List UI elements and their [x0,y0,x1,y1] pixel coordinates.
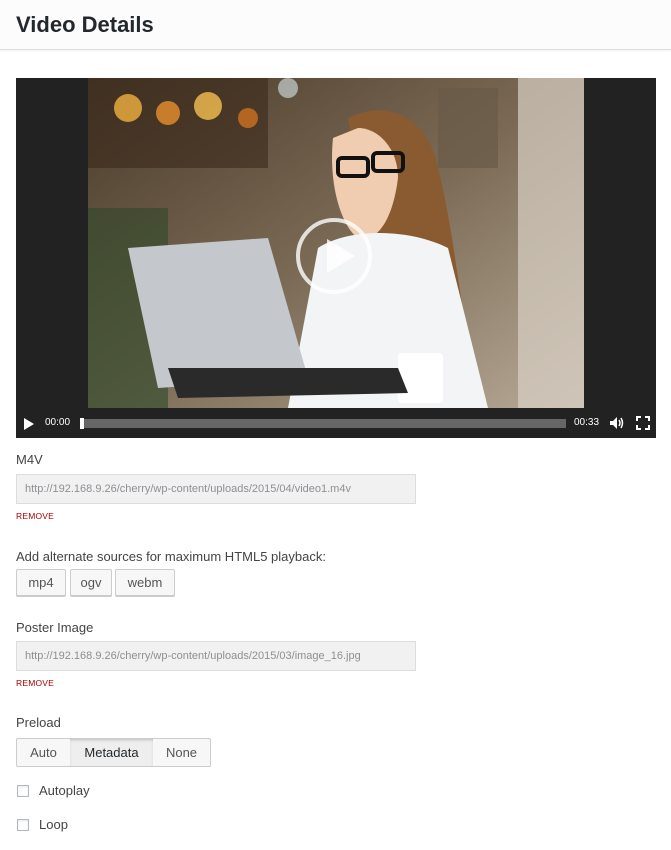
m4v-url-field[interactable]: http://192.168.9.26/cherry/wp-content/up… [16,474,416,504]
preload-option-metadata[interactable]: Metadata [70,738,154,767]
loop-label[interactable]: Loop [39,817,68,832]
add-ogv-button[interactable]: ogv [70,569,112,596]
play-icon[interactable] [24,418,34,430]
loop-checkbox[interactable] [17,819,29,831]
big-play-button[interactable] [296,218,372,294]
preload-option-none[interactable]: None [153,738,211,767]
video-player[interactable]: 00:00 00:33 [16,78,656,438]
progress-handle[interactable] [80,418,84,429]
preload-label: Preload [16,715,61,730]
autoplay-checkbox[interactable] [17,785,29,797]
alternate-sources-label: Add alternate sources for maximum HTML5 … [16,549,326,564]
duration: 00:33 [574,417,600,428]
current-time: 00:00 [45,417,71,428]
autoplay-label[interactable]: Autoplay [39,783,90,798]
volume-icon[interactable] [609,416,625,430]
player-controls: 00:00 00:33 [16,408,656,438]
m4v-remove-link[interactable]: REMOVE [16,511,54,521]
modal-header: Video Details [0,0,671,50]
poster-image-label: Poster Image [16,620,94,635]
page-title: Video Details [16,12,154,37]
add-mp4-button[interactable]: mp4 [16,569,66,596]
m4v-label: M4V [16,452,43,467]
poster-remove-link[interactable]: REMOVE [16,678,54,688]
poster-url-field[interactable]: http://192.168.9.26/cherry/wp-content/up… [16,641,416,671]
preload-option-auto[interactable]: Auto [16,738,71,767]
add-webm-button[interactable]: webm [115,569,175,596]
fullscreen-icon[interactable] [636,416,650,430]
progress-rail[interactable] [80,418,566,429]
